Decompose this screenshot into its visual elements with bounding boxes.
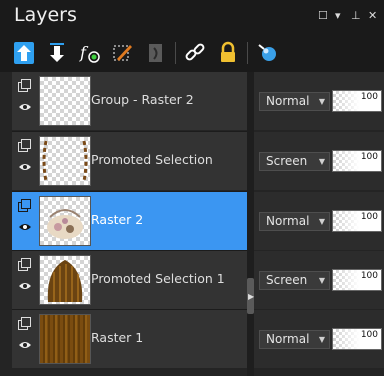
blend-mode-select[interactable]: Normal ▼ (259, 212, 330, 231)
opacity-value: 100 (360, 271, 378, 281)
visibility-eye-icon[interactable] (18, 281, 32, 291)
layer-row[interactable]: Promoted Selection 1 (12, 251, 247, 309)
layer-row[interactable]: Group - Raster 2 (12, 72, 247, 130)
layer-thumbnail (39, 196, 91, 246)
visibility-eye-icon[interactable] (18, 102, 32, 112)
chevron-down-icon: ▼ (318, 335, 325, 344)
move-layer-down-icon[interactable] (45, 40, 69, 66)
layer-visibility-toggle-icon[interactable] (256, 40, 280, 66)
chevron-right-icon: ▶ (248, 292, 255, 301)
svg-text:f: f (79, 43, 89, 62)
visibility-eye-icon[interactable] (18, 340, 32, 350)
layer-properties: Normal ▼ 100 (254, 72, 384, 130)
layer-group-icon (18, 79, 31, 92)
edit-selection-icon[interactable] (111, 40, 135, 66)
close-icon[interactable]: ✕ (368, 10, 377, 22)
restore-window-icon[interactable]: ☐ (318, 10, 328, 22)
layer-thumbnail (39, 314, 91, 364)
layer-name: Promoted Selection (91, 152, 213, 167)
chevron-down-icon: ▼ (318, 97, 325, 106)
opacity-value: 100 (360, 92, 378, 102)
layer-effects-icon[interactable]: f (78, 40, 102, 66)
layer-thumbnail (39, 76, 91, 126)
panel-title: Layers (14, 4, 77, 26)
blend-mode-select[interactable]: Screen ▼ (259, 271, 330, 290)
layer-name: Raster 2 (91, 212, 144, 227)
move-layer-up-icon[interactable] (12, 40, 36, 66)
blend-mode-value: Screen (266, 154, 308, 168)
layer-row[interactable]: Raster 1 (12, 310, 247, 368)
blend-mode-value: Normal (266, 214, 310, 228)
blend-mode-value: Normal (266, 94, 310, 108)
layer-group-icon (18, 199, 31, 212)
blend-mode-value: Normal (266, 332, 310, 346)
layer-thumbnail (39, 255, 91, 305)
chevron-down-icon[interactable]: ▾ (335, 10, 341, 22)
panel-splitter[interactable] (247, 72, 254, 376)
toolbar-divider (247, 42, 248, 64)
mask-icon[interactable] (144, 40, 168, 66)
panel-titlebar: Layers ☐ ▾ ⊥ ✕ (0, 0, 384, 34)
pin-icon[interactable]: ⊥ (351, 10, 361, 22)
opacity-field[interactable]: 100 (332, 210, 382, 232)
link-layers-icon[interactable] (183, 40, 207, 66)
opacity-field[interactable]: 100 (332, 90, 382, 112)
layers-toolbar: f (0, 34, 384, 72)
opacity-field[interactable]: 100 (332, 150, 382, 172)
layer-group-icon (18, 317, 31, 330)
blend-mode-select[interactable]: Screen ▼ (259, 152, 330, 171)
chevron-down-icon: ▼ (318, 276, 325, 285)
layer-row[interactable]: Promoted Selection (12, 132, 247, 190)
layer-properties: Screen ▼ 100 (254, 132, 384, 190)
chevron-down-icon: ▼ (318, 217, 325, 226)
opacity-value: 100 (360, 152, 378, 162)
blend-mode-value: Screen (266, 273, 308, 287)
toolbar-divider (175, 42, 176, 64)
chevron-down-icon: ▼ (318, 157, 325, 166)
visibility-eye-icon[interactable] (18, 222, 32, 232)
opacity-value: 100 (360, 330, 378, 340)
layer-properties: Normal ▼ 100 (254, 192, 384, 250)
layer-name: Group - Raster 2 (91, 92, 194, 107)
opacity-field[interactable]: 100 (332, 328, 382, 350)
blend-mode-select[interactable]: Normal ▼ (259, 330, 330, 349)
layer-properties: Normal ▼ 100 (254, 310, 384, 368)
layer-properties: Screen ▼ 100 (254, 251, 384, 309)
layer-group-icon (18, 139, 31, 152)
layer-group-icon (18, 258, 31, 271)
layer-name: Promoted Selection 1 (91, 271, 225, 286)
visibility-eye-icon[interactable] (18, 162, 32, 172)
blend-mode-select[interactable]: Normal ▼ (259, 92, 330, 111)
layer-name: Raster 1 (91, 330, 144, 345)
layer-row-selected[interactable]: Raster 2 (12, 192, 247, 250)
lock-icon[interactable] (216, 40, 240, 66)
opacity-value: 100 (360, 212, 378, 222)
layer-thumbnail (39, 136, 91, 186)
opacity-field[interactable]: 100 (332, 269, 382, 291)
